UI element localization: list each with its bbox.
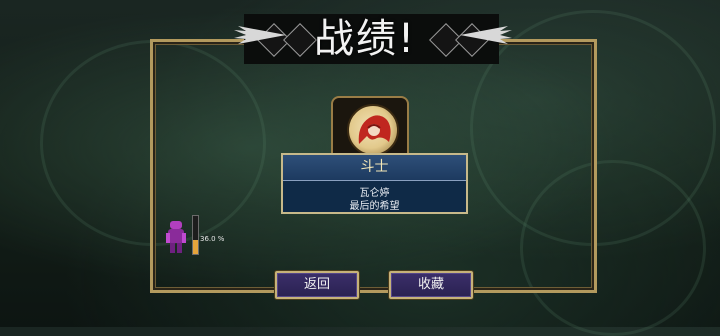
left-wing-icon: [234, 26, 286, 44]
progress-bar-fill: [193, 240, 198, 254]
progress-bar: [192, 215, 199, 255]
character-portrait: [347, 104, 399, 156]
character-subtitle: 最后的希望: [349, 201, 400, 212]
collect-button[interactable]: 收藏: [389, 271, 473, 299]
character-class-label: 斗士: [283, 155, 466, 181]
progress-label: 36.0 %: [200, 235, 225, 243]
character-portrait-icon: [358, 115, 391, 144]
back-button[interactable]: 返回: [275, 271, 359, 299]
page-title: 战绩!: [313, 16, 417, 62]
character-info-box: 斗士 瓦仑婷 最后的希望: [281, 153, 468, 214]
mini-character-icon: [166, 221, 186, 253]
right-wing-icon: [460, 26, 512, 44]
